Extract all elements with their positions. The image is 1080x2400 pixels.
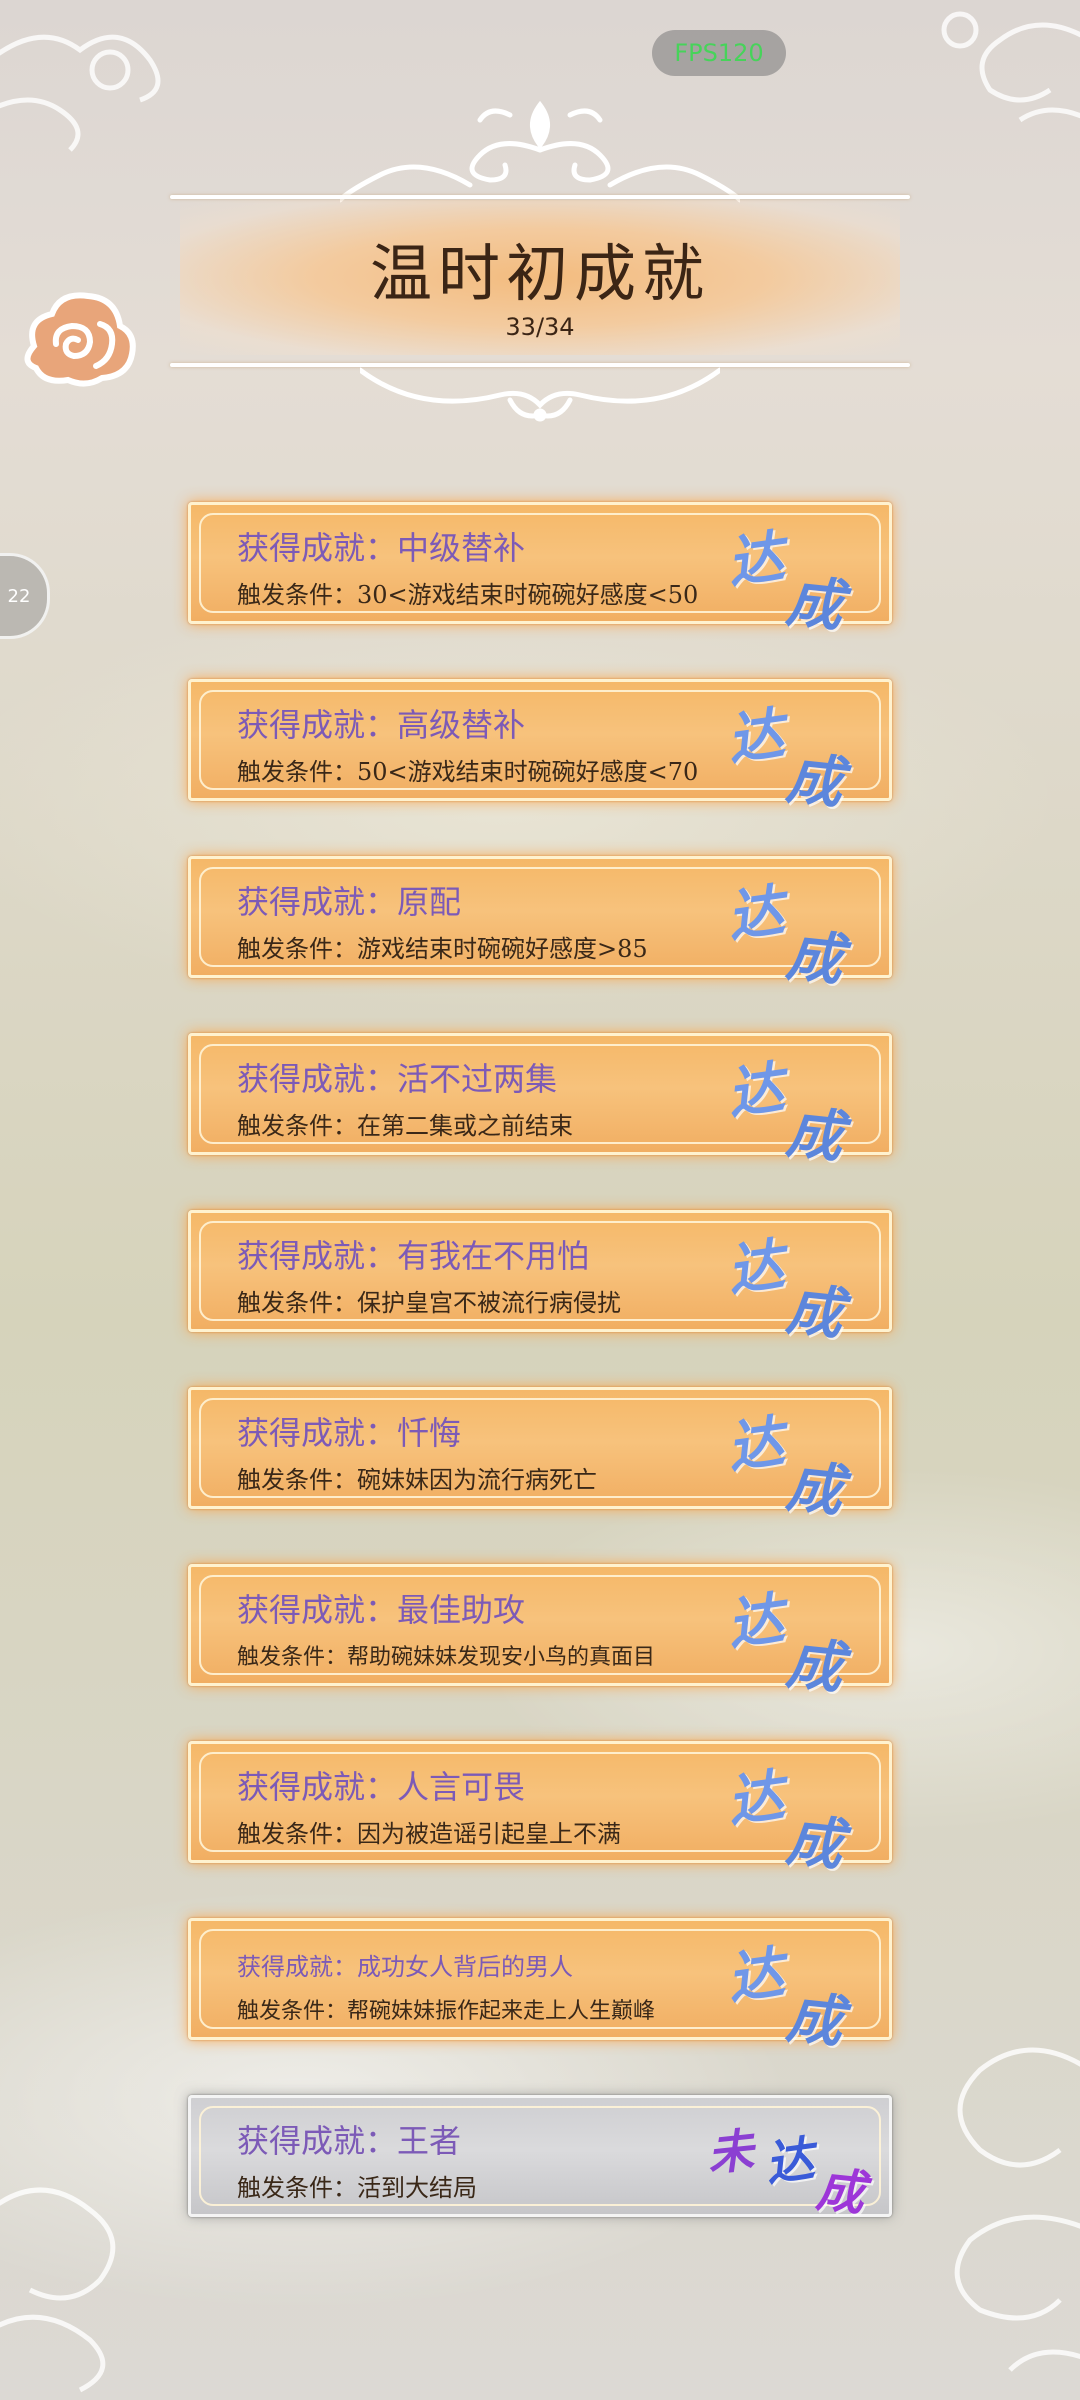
achieved-stamp: 达 成 [723, 1400, 875, 1524]
stamp-char: 达 [762, 2130, 818, 2194]
achievement-condition: 触发条件：30<游戏结束时碗碗好感度<50 [237, 581, 699, 609]
achievement-name: 获得成就：成功女人背后的男人 [237, 1953, 573, 1981]
achievement-name: 获得成就：最佳助攻 [237, 1591, 526, 1629]
stamp-char: 成 [783, 1984, 846, 2056]
page-header: 温时初成就 33/34 [170, 95, 910, 425]
header-top-ornament-icon [340, 100, 740, 203]
stamp-char: 成 [783, 568, 846, 640]
achievement-name: 获得成就：忏悔 [237, 1414, 462, 1452]
stamp-char: 成 [783, 1453, 846, 1525]
fps-counter: FPS120 [652, 30, 786, 76]
achievement-name: 获得成就：王者 [237, 2122, 462, 2160]
achieved-stamp: 达 成 [723, 692, 875, 816]
stamp-char: 成 [783, 1276, 846, 1348]
stamp-char: 达 [723, 877, 788, 951]
achieved-stamp: 达 成 [723, 1931, 875, 2055]
achievement-condition: 触发条件：50<游戏结束时碗碗好感度<70 [237, 758, 699, 786]
stamp-char: 达 [723, 700, 788, 774]
stamp-char: 达 [723, 1762, 788, 1836]
cloud-decoration-bottom-right-icon [954, 2047, 1080, 2372]
achievement-name: 获得成就：高级替补 [237, 706, 526, 744]
achievement-card[interactable]: 获得成就：最佳助攻 触发条件：帮助碗妹妹发现安小鸟的真面目 达 成 [188, 1564, 892, 1702]
achievement-condition: 触发条件：帮助碗妹妹发现安小鸟的真面目 [237, 1645, 656, 1670]
achievement-card[interactable]: 获得成就：原配 触发条件：游戏结束时碗碗好感度>85 达 成 [188, 856, 892, 994]
achievement-card[interactable]: 获得成就：忏悔 触发条件：碗妹妹因为流行病死亡 达 成 [188, 1387, 892, 1525]
not-achieved-stamp: 未 达 成 [705, 2108, 875, 2223]
side-floating-tab[interactable]: 22 [0, 553, 50, 639]
achievement-condition: 触发条件：在第二集或之前结束 [237, 1112, 573, 1140]
stamp-char: 达 [723, 1408, 788, 1482]
achievement-name: 获得成就：原配 [237, 883, 462, 921]
achievement-name: 获得成就：中级替补 [237, 529, 526, 567]
achievement-card[interactable]: 获得成就：高级替补 触发条件：50<游戏结束时碗碗好感度<70 达 成 [188, 679, 892, 817]
stamp-char: 达 [723, 1231, 788, 1305]
achievement-condition: 触发条件：因为被造谣引起皇上不满 [237, 1820, 621, 1848]
stamp-char: 达 [723, 1585, 788, 1659]
achieved-stamp: 达 成 [723, 1223, 875, 1347]
stamp-char: 达 [723, 1054, 788, 1128]
achievement-card[interactable]: 获得成就：活不过两集 触发条件：在第二集或之前结束 达 成 [188, 1033, 892, 1171]
header-bottom-ornament-icon [360, 367, 720, 422]
achievement-condition: 触发条件：帮碗妹妹振作起来走上人生巅峰 [237, 1999, 656, 2024]
achievement-name: 获得成就：有我在不用怕 [237, 1237, 590, 1275]
achievement-condition: 触发条件：碗妹妹因为流行病死亡 [237, 1466, 597, 1494]
achievement-card[interactable]: 获得成就：中级替补 触发条件：30<游戏结束时碗碗好感度<50 达 成 [188, 502, 892, 640]
stamp-char: 成 [783, 745, 846, 817]
cloud-decoration-bottom-left-icon [0, 2187, 116, 2393]
page-title: 温时初成就 [369, 237, 710, 310]
achieved-stamp: 达 成 [723, 1754, 875, 1878]
achievement-condition: 触发条件：游戏结束时碗碗好感度>85 [237, 935, 648, 963]
stamp-char: 达 [723, 1939, 788, 2013]
achieved-stamp: 达 成 [723, 1577, 875, 1701]
achieved-stamp: 达 成 [723, 515, 875, 639]
achievement-card[interactable]: 获得成就：人言可畏 触发条件：因为被造谣引起皇上不满 达 成 [188, 1741, 892, 1879]
stamp-char: 成 [783, 1630, 846, 1702]
back-button-cloud-icon[interactable] [16, 284, 140, 394]
achievement-condition: 触发条件：活到大结局 [237, 2174, 477, 2202]
title-top-divider [170, 195, 910, 199]
achieved-stamp: 达 成 [723, 1046, 875, 1170]
achievement-name: 获得成就：人言可畏 [237, 1768, 526, 1806]
stamp-char: 未 [704, 2122, 757, 2182]
achievement-card-locked[interactable]: 获得成就：王者 触发条件：活到大结局 未 达 成 [188, 2095, 892, 2223]
achievement-count: 33/34 [505, 313, 575, 341]
achievement-name: 获得成就：活不过两集 [237, 1060, 558, 1098]
stamp-char: 成 [783, 1807, 846, 1879]
achievement-condition: 触发条件：保护皇宫不被流行病侵扰 [237, 1289, 621, 1317]
stamp-char: 成 [783, 1099, 846, 1171]
achievement-card[interactable]: 获得成就：有我在不用怕 触发条件：保护皇宫不被流行病侵扰 达 成 [188, 1210, 892, 1348]
cloud-decoration-top-right-icon [941, 11, 1080, 123]
achieved-stamp: 达 成 [723, 869, 875, 993]
stamp-char: 成 [813, 2161, 868, 2223]
stamp-char: 达 [723, 523, 788, 597]
stamp-char: 成 [783, 922, 846, 994]
achievement-card[interactable]: 获得成就：成功女人背后的男人 触发条件：帮碗妹妹振作起来走上人生巅峰 达 成 [188, 1918, 892, 2056]
